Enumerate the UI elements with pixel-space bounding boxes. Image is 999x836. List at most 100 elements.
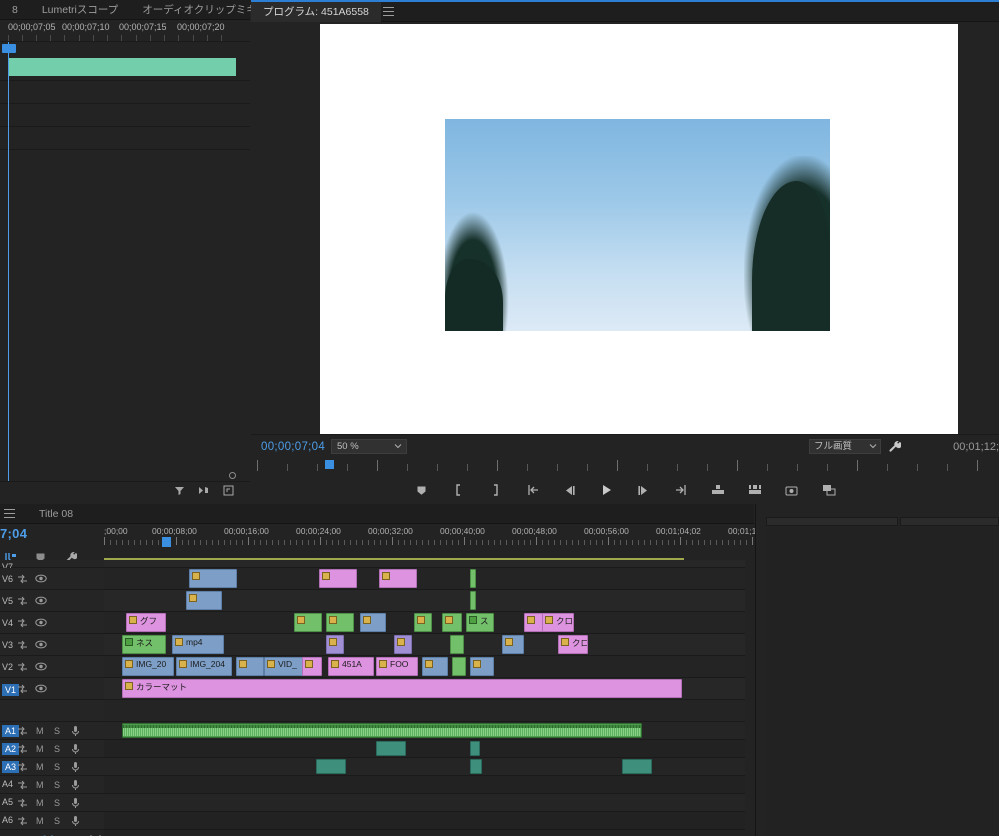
- solo-button[interactable]: S: [54, 816, 60, 826]
- record-circle-icon[interactable]: [229, 472, 236, 479]
- track-header-a2[interactable]: A2 M S: [0, 740, 104, 758]
- track-targeting-icon[interactable]: [17, 684, 28, 696]
- timeline-clip[interactable]: グフ: [126, 613, 166, 632]
- track-lane-a4[interactable]: [104, 776, 745, 794]
- track-header-v6[interactable]: V6: [0, 568, 104, 590]
- timeline-clip[interactable]: [379, 569, 417, 588]
- timeline-clip[interactable]: [236, 657, 264, 676]
- track-header-a4[interactable]: A4 M S: [0, 776, 104, 794]
- mute-button[interactable]: M: [36, 726, 44, 736]
- step-forward-icon[interactable]: [636, 483, 652, 497]
- timeline-playhead[interactable]: [162, 537, 171, 547]
- wrench-icon[interactable]: [888, 440, 901, 453]
- timeline-clip[interactable]: [524, 613, 544, 632]
- solo-button[interactable]: S: [54, 780, 60, 790]
- timeline-clip[interactable]: [442, 613, 462, 632]
- timeline-clip[interactable]: [470, 591, 476, 610]
- track-eye-icon[interactable]: [35, 618, 47, 629]
- tab-program-monitor[interactable]: プログラム: 451A6558: [251, 1, 381, 22]
- timeline-clip[interactable]: [414, 613, 432, 632]
- timeline-ruler[interactable]: ;00;00 00;00;08;00 00;00;16;00 00;00;24;00 0…: [104, 526, 817, 550]
- timeline-clip[interactable]: カラーマット: [122, 679, 682, 698]
- track-targeting-icon[interactable]: [17, 762, 28, 774]
- go-to-in-icon[interactable]: [525, 483, 541, 497]
- play-icon[interactable]: [599, 483, 615, 497]
- track-header-a5[interactable]: A5 M S: [0, 794, 104, 812]
- timeline-clip[interactable]: [422, 657, 448, 676]
- timeline-audio-clip[interactable]: [470, 759, 482, 774]
- mute-button[interactable]: M: [36, 762, 44, 772]
- track-header-a1[interactable]: A1 M S: [0, 722, 104, 740]
- mark-out-icon[interactable]: [488, 483, 504, 497]
- filter-icon[interactable]: [174, 485, 185, 496]
- timeline-clip[interactable]: mp4: [172, 635, 224, 654]
- left-panel-ruler[interactable]: 00;00;07;05 00;00;07;10 00;00;07;15 00;0…: [0, 20, 250, 42]
- timeline-audio-clip[interactable]: [316, 759, 346, 774]
- microphone-icon[interactable]: [71, 797, 80, 811]
- timeline-clip[interactable]: [502, 635, 524, 654]
- microphone-icon[interactable]: [71, 815, 80, 829]
- program-timecode[interactable]: 00;00;07;04: [261, 441, 325, 453]
- timeline-clip[interactable]: [394, 635, 412, 654]
- track-targeting-icon[interactable]: [17, 816, 28, 828]
- track-eye-icon[interactable]: [35, 640, 47, 651]
- column-header-1[interactable]: [766, 517, 898, 526]
- track-targeting-icon[interactable]: [17, 744, 28, 756]
- track-header-empty[interactable]: [0, 700, 104, 722]
- track-lane-a2[interactable]: [104, 740, 745, 758]
- camera-icon[interactable]: [784, 483, 800, 497]
- timeline-clip[interactable]: [452, 657, 466, 676]
- track-eye-icon[interactable]: [35, 596, 47, 607]
- extract-icon[interactable]: [747, 483, 763, 497]
- track-targeting-icon[interactable]: [17, 780, 28, 792]
- track-header-a3[interactable]: A3 M S: [0, 758, 104, 776]
- playback-quality-select[interactable]: フル画質: [809, 439, 881, 454]
- microphone-icon[interactable]: [71, 761, 80, 775]
- timeline-audio-clip[interactable]: [122, 723, 642, 738]
- mute-button[interactable]: M: [36, 780, 44, 790]
- tab-sequence-title-08[interactable]: Title 08: [27, 504, 85, 524]
- track-lane-empty[interactable]: [104, 700, 745, 722]
- track-lane-a5[interactable]: [104, 794, 745, 812]
- hamburger-icon[interactable]: [4, 509, 15, 518]
- timeline-clip[interactable]: [294, 613, 322, 632]
- track-header-a6[interactable]: A6 M S: [0, 812, 104, 830]
- timeline-clip[interactable]: [360, 613, 386, 632]
- hamburger-icon[interactable]: [382, 7, 394, 16]
- marker-icon[interactable]: [414, 483, 430, 497]
- track-header-v2[interactable]: V2: [0, 656, 104, 678]
- timeline-clip[interactable]: ネス: [122, 635, 166, 654]
- timeline-clip[interactable]: [470, 657, 494, 676]
- play-keyframe-icon[interactable]: [198, 485, 210, 496]
- master-track-header[interactable]: スター0.0: [0, 830, 104, 836]
- timeline-clip[interactable]: [450, 635, 464, 654]
- mute-button[interactable]: M: [36, 816, 44, 826]
- microphone-icon[interactable]: [71, 725, 80, 739]
- track-targeting-icon[interactable]: [17, 574, 28, 586]
- button-editor-icon[interactable]: [821, 483, 837, 497]
- solo-button[interactable]: S: [54, 726, 60, 736]
- lift-icon[interactable]: [710, 483, 726, 497]
- timeline-clip[interactable]: FOO: [376, 657, 418, 676]
- timeline-clip[interactable]: [189, 569, 237, 588]
- mute-button[interactable]: M: [36, 744, 44, 754]
- timeline-clip[interactable]: クロス: [558, 635, 588, 654]
- timeline-audio-clip[interactable]: [376, 741, 406, 756]
- timeline-clip[interactable]: VID_: [264, 657, 306, 676]
- track-targeting-icon[interactable]: [17, 726, 28, 738]
- left-panel-playhead[interactable]: [8, 42, 9, 503]
- timeline-clip[interactable]: [326, 613, 354, 632]
- program-ruler[interactable]: [257, 460, 995, 471]
- timeline-clip[interactable]: [186, 591, 222, 610]
- track-header-v7[interactable]: V7: [0, 560, 104, 572]
- track-targeting-icon[interactable]: [17, 596, 28, 608]
- export-icon[interactable]: [223, 485, 234, 496]
- program-playhead[interactable]: [325, 460, 334, 469]
- track-eye-icon[interactable]: [35, 662, 47, 673]
- timeline-clip[interactable]: 451A: [328, 657, 374, 676]
- track-targeting-icon[interactable]: [17, 798, 28, 810]
- tab-lumetri-scopes[interactable]: Lumetriスコープ: [30, 0, 130, 20]
- track-eye-icon[interactable]: [35, 574, 47, 585]
- zoom-level-select[interactable]: 50 %: [331, 439, 407, 454]
- track-header-v3[interactable]: V3: [0, 634, 104, 656]
